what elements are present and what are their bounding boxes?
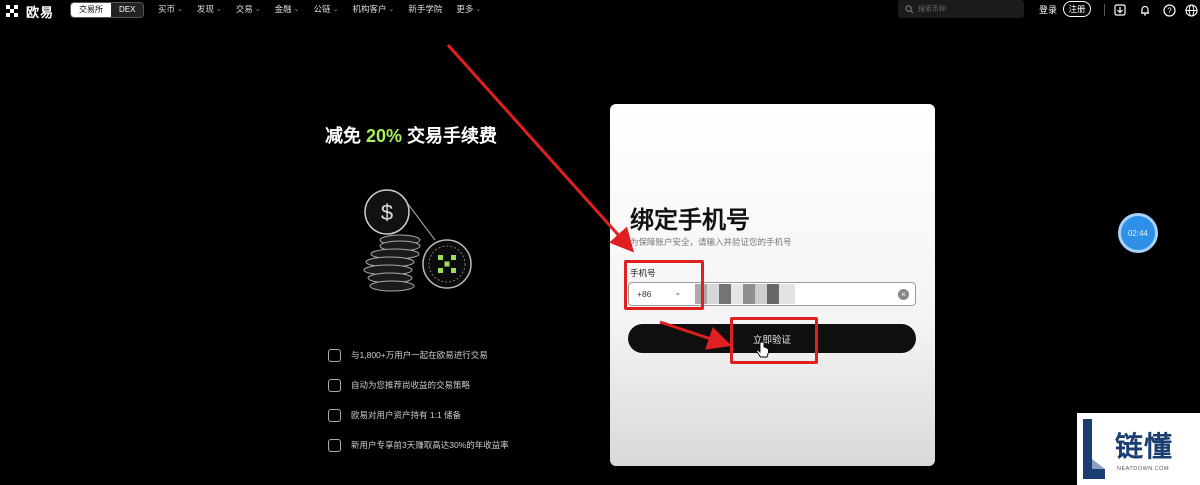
watermark-url: NEATDOWN.COM bbox=[1117, 466, 1170, 472]
timer-text: 02:44 bbox=[1127, 228, 1149, 238]
hand-cursor-icon bbox=[756, 342, 769, 358]
watermark-name: 链懂 bbox=[1115, 431, 1174, 462]
annotation-box-phone bbox=[624, 260, 704, 310]
annotation-box-verify bbox=[730, 317, 818, 364]
watermark: 链懂 NEATDOWN.COM bbox=[1077, 413, 1200, 485]
watermark-logo-icon bbox=[1083, 419, 1105, 479]
annotation-arrow bbox=[446, 43, 635, 253]
annotation-arrows bbox=[446, 43, 732, 350]
recording-timer[interactable]: 02:44 bbox=[1118, 213, 1158, 253]
annotation-arrow bbox=[659, 320, 732, 350]
